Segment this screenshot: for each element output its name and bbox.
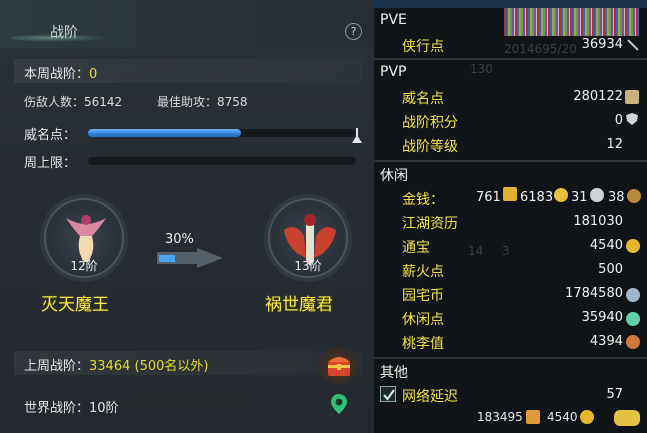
leisure-value-0: 181030 [573,214,623,229]
leisure-point-icon [626,312,640,326]
weekly-cap-label: 周上限： [24,156,77,171]
last-week-rank: 上周战阶：33464 (500名以外) [24,359,209,374]
current-rank-emblem[interactable]: 12阶 [44,198,124,278]
prestige-icon [625,90,639,104]
ghost-text-3: 14 [468,244,484,258]
bar-marker-icon [352,128,362,143]
next-rank-name: 祸世魔君 [265,295,333,315]
leisure-value-4: 35940 [581,310,623,325]
best-assist: 最佳助攻：8758 [157,95,248,109]
section-pvp: PVP [380,64,407,80]
house-coin-icon [626,288,640,302]
network-latency-label: 网络延迟 [402,389,458,405]
leisure-value-1: 4540 [589,238,623,253]
help-button[interactable]: ? [345,23,362,40]
leisure-label-0: 江湖资历 [402,216,458,232]
injured-count: 伤敌人数：56142 [24,95,123,109]
money-value-1: 761 [476,190,501,205]
money-value-2: 6183 [520,190,554,205]
gold-ingot-icon[interactable] [614,410,640,426]
bottom-value-1: 183495 [477,410,523,424]
decorative-strip [504,8,639,36]
panel-title: 战阶 [50,25,78,41]
tongbao-coin-icon [626,239,640,253]
leisure-value-3: 1784580 [565,286,623,301]
current-rank-name: 灭天魔王 [41,295,109,315]
pvp-label-0: 威名点 [402,91,444,107]
stats-panel: 2014695/20 130 14 3 PVE 侠行点 36934 PVP 威名… [374,0,647,433]
bottom-value-2: 4540 [547,410,578,424]
tongbao-coin-icon [580,410,594,424]
network-latency-checkbox[interactable] [380,386,396,402]
next-rank-emblem[interactable]: 13阶 [268,198,348,278]
silver-ingot-icon [590,188,604,202]
peach-icon [626,335,640,349]
gold-bar-icon [503,187,517,201]
leisure-label-2: 薪火点 [402,264,444,280]
weekly-rank-row: 本周战阶：0 [14,59,362,83]
money-value-4: 38 [608,190,625,205]
gold-ingot-icon [554,188,568,202]
leisure-label-1: 通宝 [402,240,430,256]
pvp-label-2: 战阶等级 [402,139,458,155]
money-value-3: 31 [571,190,588,205]
current-rank-tier: 12阶 [70,259,98,273]
prestige-bar [88,129,356,137]
pvp-value-2: 12 [606,137,623,152]
section-leisure: 休闲 [380,168,408,184]
weekly-rank-label: 本周战阶：0 [24,67,98,82]
ghost-text-2: 130 [470,62,493,76]
shield-icon [626,113,638,125]
weekly-cap-bar [88,157,356,165]
ghost-text-1: 2014695/20 [504,42,577,56]
treasure-chest-icon[interactable] [320,348,358,384]
money-label: 金钱： [402,192,444,208]
location-pin-icon[interactable] [330,393,348,415]
world-rank: 世界战阶：10阶 [24,401,119,416]
checkmark-icon [383,389,395,401]
last-week-row: 上周战阶：33464 (500名以外) [14,351,362,375]
world-rank-row: 世界战阶：10阶 [14,393,362,417]
leisure-value-2: 500 [598,262,623,277]
network-latency-value: 57 [606,387,623,402]
leisure-label-3: 园宅币 [402,288,444,304]
section-other: 其他 [380,365,408,381]
scroll-icon [526,410,540,424]
rank-progress-percent: 30% [165,232,194,247]
weekly-rank-value: 0 [89,67,98,82]
rank-panel: 战阶 ? 本周战阶：0 伤敌人数：56142 最佳助攻：8758 威名点： 周上… [0,0,374,433]
pvp-label-1: 战阶积分 [402,115,458,131]
next-rank-tier: 13阶 [294,259,322,273]
section-pve: PVE [380,12,407,28]
sword-icon [627,39,639,51]
ghost-text-4: 3 [502,244,510,258]
pvp-value-0: 280122 [573,89,623,104]
leisure-value-5: 4394 [589,334,623,349]
prestige-label: 威名点： [24,128,77,143]
pve-label-0: 侠行点 [402,39,444,55]
arrow-right-icon [157,248,223,268]
leisure-label-4: 休闲点 [402,312,444,328]
leisure-label-5: 桃李值 [402,336,444,352]
pve-value-0: 36934 [581,37,623,52]
coin-icon [627,189,641,203]
pvp-value-1: 0 [614,113,623,128]
